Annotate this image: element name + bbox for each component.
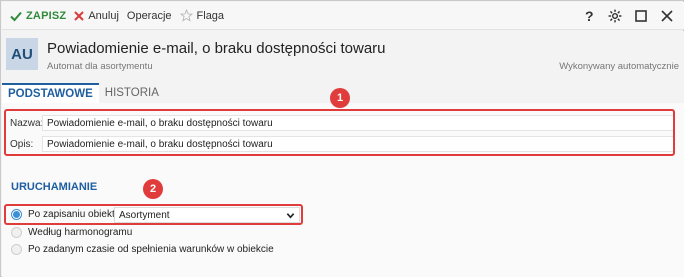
annotation-badge-2: 2 [143, 179, 163, 199]
radio-label: Po zadanym czasie od spełnienia warunków… [28, 244, 274, 255]
chevron-down-icon [286, 213, 295, 219]
help-icon[interactable]: ? [578, 5, 600, 27]
annotation-badge-1: 1 [330, 88, 350, 108]
object-type-select[interactable]: Asortyment [114, 207, 300, 223]
operations-label: Operacje [126, 9, 172, 22]
flag-button[interactable]: Flaga [176, 6, 229, 26]
maximize-icon[interactable] [630, 5, 652, 27]
select-value: Asortyment [119, 209, 170, 221]
cancel-label: Anuluj [88, 9, 119, 22]
name-field[interactable]: Powiadomienie e-mail, o braku dostępnośc… [42, 115, 674, 131]
execution-mode-label: Wykonywany automatycznie [559, 61, 679, 72]
radio-button[interactable] [11, 227, 22, 238]
flag-label: Flaga [196, 9, 225, 22]
radio-label: Po zapisaniu obiektu [28, 209, 121, 220]
save-label: ZAPISZ [26, 9, 67, 22]
main-content: Nazwa: Powiadomienie e-mail, o braku dos… [2, 103, 684, 277]
svg-text:?: ? [585, 9, 594, 23]
radio-button[interactable] [11, 244, 22, 255]
tab-historia[interactable]: HISTORIA [99, 83, 165, 103]
radio-option-schedule[interactable]: Według harmonogramu [11, 227, 132, 238]
page-title: Powiadomienie e-mail, o braku dostępnośc… [47, 40, 386, 57]
cancel-button[interactable]: Anuluj [70, 6, 123, 26]
avatar: AU [6, 38, 38, 70]
section-title-uruchamianie: URUCHAMIANIE [11, 181, 98, 193]
radio-option-after-save[interactable]: Po zapisaniu obiektu [11, 209, 120, 220]
page-subtitle: Automat dla asortymentu [47, 61, 153, 72]
operations-button[interactable]: Operacje [123, 6, 176, 26]
close-window-icon[interactable] [656, 5, 678, 27]
gear-icon[interactable] [604, 5, 626, 27]
name-label: Nazwa: [10, 117, 44, 129]
radio-button-checked[interactable] [11, 209, 22, 220]
record-header: AU Powiadomienie e-mail, o braku dostępn… [2, 31, 684, 83]
description-field[interactable]: Powiadomienie e-mail, o braku dostępnośc… [42, 136, 674, 152]
window: ZAPISZ Anuluj Operacje Flaga ? AU Powiad… [0, 0, 684, 277]
toolbar: ZAPISZ Anuluj Operacje Flaga ? [2, 2, 684, 30]
radio-label: Według harmonogramu [28, 227, 133, 238]
star-icon [179, 9, 193, 22]
checkmark-icon [10, 11, 22, 21]
tab-podstawowe[interactable]: PODSTAWOWE [2, 83, 99, 103]
save-button[interactable]: ZAPISZ [6, 6, 70, 26]
radio-option-delay[interactable]: Po zadanym czasie od spełnienia warunków… [11, 244, 274, 255]
close-icon [74, 10, 85, 21]
description-label: Opis: [10, 138, 34, 150]
name-row: Nazwa: Powiadomienie e-mail, o braku dos… [10, 115, 674, 131]
description-row: Opis: Powiadomienie e-mail, o braku dost… [10, 136, 674, 152]
